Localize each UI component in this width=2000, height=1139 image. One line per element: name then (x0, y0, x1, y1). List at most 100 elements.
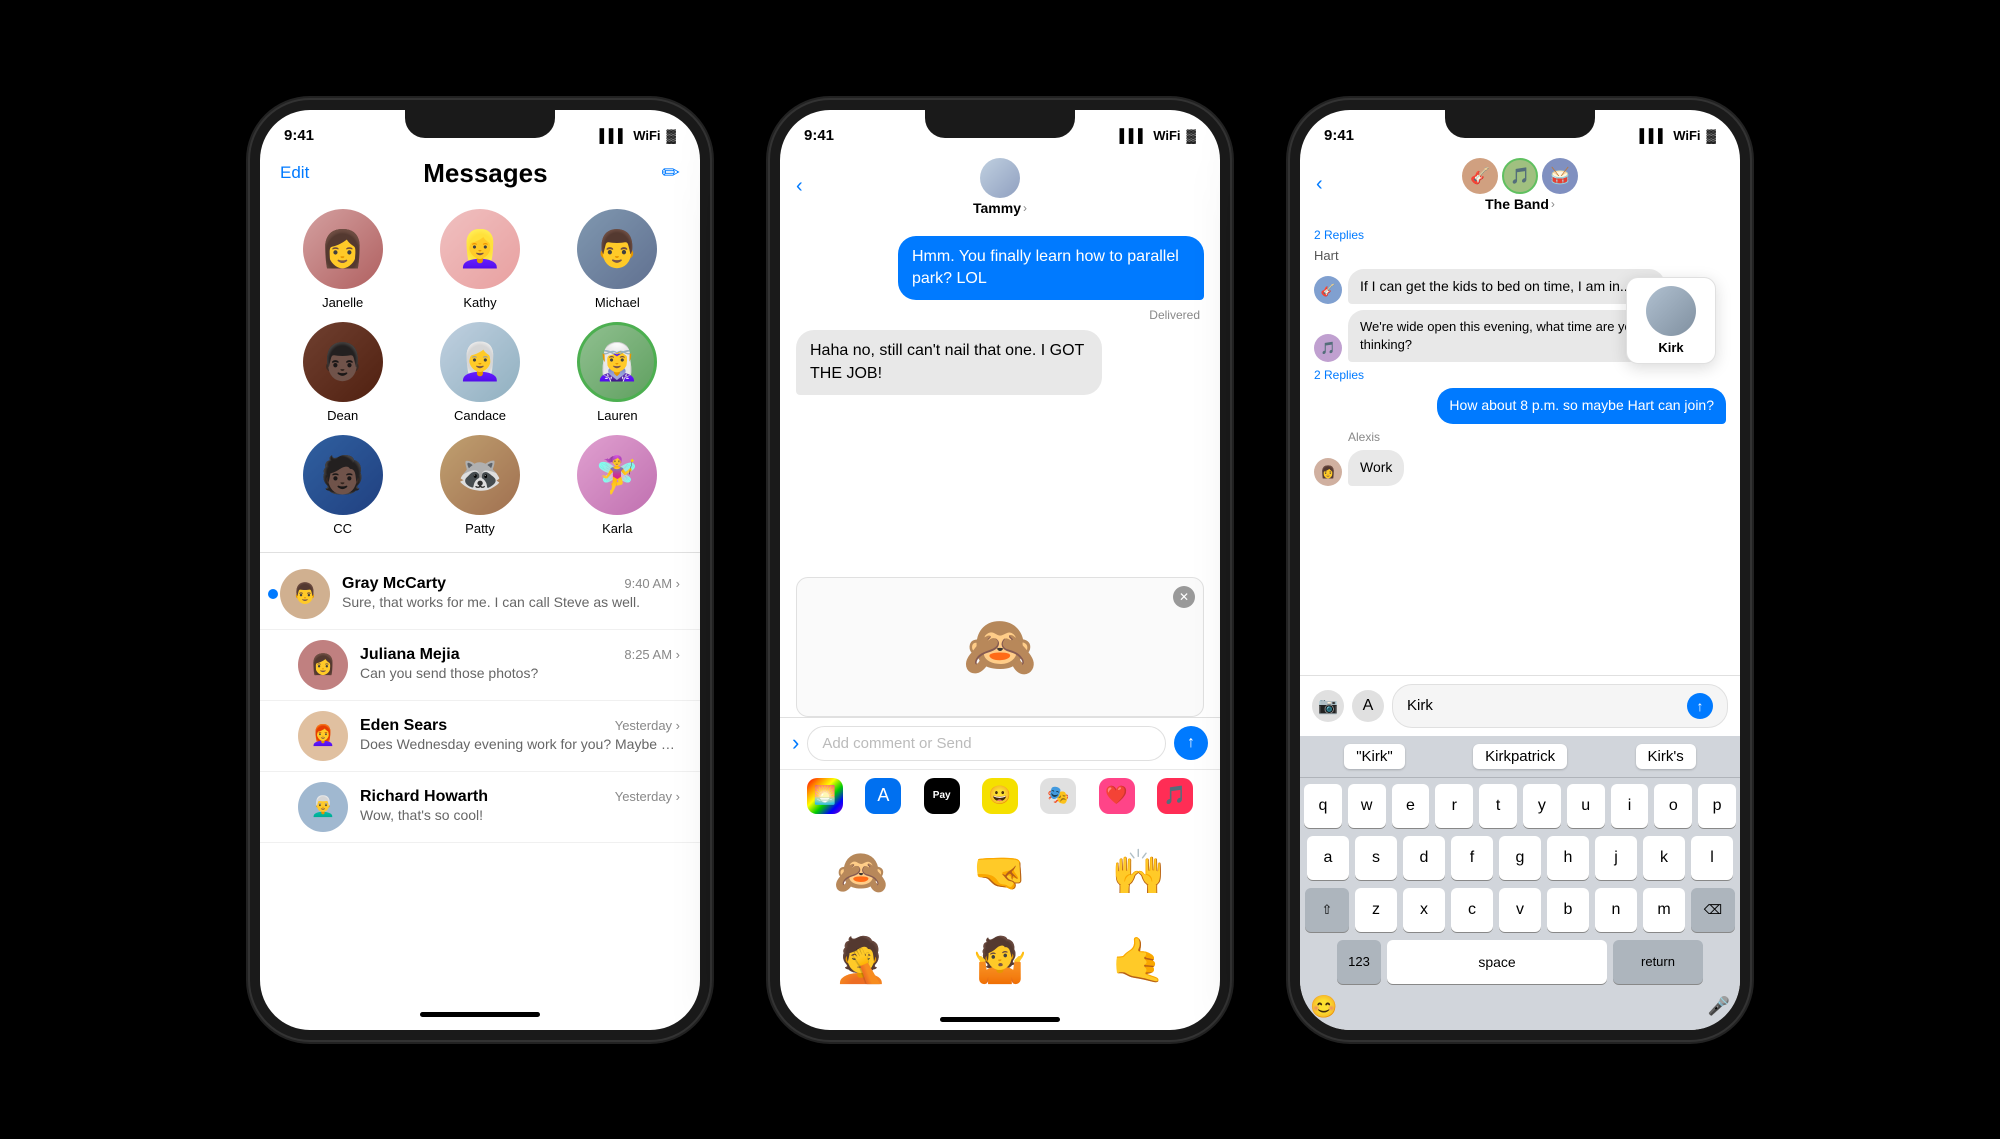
suggestion-kirks[interactable]: Kirk's (1636, 744, 1696, 769)
key-l[interactable]: l (1691, 836, 1733, 880)
contact-janelle[interactable]: 👩 Janelle (280, 209, 405, 310)
alexis-work-row: 👩 Work (1314, 450, 1726, 486)
mic-key[interactable]: 🎤 (1708, 996, 1730, 1017)
sticker-4[interactable]: 🤦 (796, 920, 927, 1000)
chat-input-field[interactable]: Add comment or Send (807, 726, 1166, 761)
message-row-richard[interactable]: 👨‍🦳 Richard Howarth Yesterday › Wow, tha… (260, 772, 700, 843)
key-t[interactable]: t (1479, 784, 1517, 828)
key-row-1: q w e r t y u i o p (1304, 784, 1736, 828)
time-juliana: 8:25 AM › (624, 647, 680, 662)
sent-row: How about 8 p.m. so maybe Hart can join?… (1314, 388, 1726, 424)
sticker-3[interactable]: 🙌 (1073, 832, 1204, 912)
appstore-icon[interactable]: A (865, 778, 901, 814)
key-h[interactable]: h (1547, 836, 1589, 880)
message-content-juliana: Juliana Mejia 8:25 AM › Can you send tho… (360, 646, 680, 682)
key-k[interactable]: k (1643, 836, 1685, 880)
key-g[interactable]: g (1499, 836, 1541, 880)
expand-icon[interactable]: › (792, 730, 799, 756)
time-eden: Yesterday › (615, 718, 680, 733)
key-d[interactable]: d (1403, 836, 1445, 880)
key-z[interactable]: z (1355, 888, 1397, 932)
phones-container: 9:41 ▌▌▌ WiFi ▓ Edit Messages ✏ 👩 J (250, 100, 1750, 1040)
key-s[interactable]: s (1355, 836, 1397, 880)
music-icon[interactable]: 🎵 (1157, 778, 1193, 814)
key-c[interactable]: c (1451, 888, 1493, 932)
message-content-gray: Gray McCarty 9:40 AM › Sure, that works … (342, 575, 680, 611)
contact-name-janelle: Janelle (322, 295, 363, 310)
send-button-3[interactable]: ↑ (1687, 693, 1713, 719)
key-return[interactable]: return (1613, 940, 1703, 984)
edit-button[interactable]: Edit (280, 163, 309, 183)
notch-2 (925, 110, 1075, 138)
applepay-icon[interactable]: Pay (924, 778, 960, 814)
group-header-center: 🎸 🎵 🥁 The Band › (1462, 158, 1578, 212)
memoji-icon[interactable]: 😀 (982, 778, 1018, 814)
keyboard-bottom: 😊 🎤 (1300, 990, 1740, 1030)
photos-icon[interactable]: 🌅 (807, 778, 843, 814)
message-list: 👨 Gray McCarty 9:40 AM › Sure, that work… (260, 559, 700, 1000)
message-row-eden[interactable]: 👩‍🦰 Eden Sears Yesterday › Does Wednesda… (260, 701, 700, 772)
status-icons-3: ▌▌▌ WiFi ▓ (1640, 128, 1716, 143)
key-u[interactable]: u (1567, 784, 1605, 828)
message-row-juliana[interactable]: 👩 Juliana Mejia 8:25 AM › Can you send t… (260, 630, 700, 701)
contact-cc[interactable]: 🧑🏿 CC (280, 435, 405, 536)
key-shift[interactable]: ⇧ (1305, 888, 1349, 932)
contact-michael[interactable]: 👨 Michael (555, 209, 680, 310)
key-m[interactable]: m (1643, 888, 1685, 932)
sticker-2[interactable]: 🤜 (935, 832, 1066, 912)
emoji-key[interactable]: 😊 (1310, 994, 1337, 1020)
contact-karla[interactable]: 🧚‍♀️ Karla (555, 435, 680, 536)
sticker-close[interactable]: ✕ (1173, 586, 1195, 608)
bubble-work: Work (1348, 450, 1404, 486)
time-gray: 9:40 AM › (624, 576, 680, 591)
suggestion-kirk-quoted[interactable]: "Kirk" (1344, 744, 1404, 769)
key-v[interactable]: v (1499, 888, 1541, 932)
back-button-3[interactable]: ‹ (1316, 173, 1323, 196)
contact-lauren[interactable]: 🧝‍♀️ Lauren (555, 322, 680, 423)
autocomplete-popup[interactable]: Kirk (1626, 277, 1716, 364)
key-r[interactable]: r (1435, 784, 1473, 828)
sticker-1[interactable]: 🙈 (796, 832, 927, 912)
key-p[interactable]: p (1698, 784, 1736, 828)
avatar-richard: 👨‍🦳 (298, 782, 348, 832)
group-name-row[interactable]: The Band › (1485, 196, 1555, 212)
chat-header-center: Tammy › (973, 158, 1027, 216)
key-delete[interactable]: ⌫ (1691, 888, 1735, 932)
heart-icon[interactable]: ❤️ (1099, 778, 1135, 814)
key-y[interactable]: y (1523, 784, 1561, 828)
key-i[interactable]: i (1611, 784, 1649, 828)
contact-dean[interactable]: 👨🏿 Dean (280, 322, 405, 423)
key-o[interactable]: o (1654, 784, 1692, 828)
sticker-6[interactable]: 🤙 (1073, 920, 1204, 1000)
key-space[interactable]: space (1387, 940, 1607, 984)
tammy-name-label: Tammy (973, 200, 1021, 216)
key-x[interactable]: x (1403, 888, 1445, 932)
camera-button[interactable]: 📷 (1312, 690, 1344, 722)
tammy-chevron: › (1023, 201, 1027, 215)
sticker-5[interactable]: 🤷 (935, 920, 1066, 1000)
key-a[interactable]: a (1307, 836, 1349, 880)
key-w[interactable]: w (1348, 784, 1386, 828)
app-button[interactable]: A (1352, 690, 1384, 722)
back-button-2[interactable]: ‹ (796, 175, 803, 198)
key-n[interactable]: n (1595, 888, 1637, 932)
message-row-gray[interactable]: 👨 Gray McCarty 9:40 AM › Sure, that work… (260, 559, 700, 630)
key-e[interactable]: e (1392, 784, 1430, 828)
send-button-2[interactable]: ↑ (1174, 726, 1208, 760)
contact-kathy[interactable]: 👱‍♀️ Kathy (417, 209, 542, 310)
key-q[interactable]: q (1304, 784, 1342, 828)
contact-candace[interactable]: 👩‍🦳 Candace (417, 322, 542, 423)
compose-button[interactable]: ✏ (662, 160, 680, 186)
avatar-patty: 🦝 (440, 435, 520, 515)
avatar-juliana: 👩 (298, 640, 348, 690)
suggestion-kirkpatrick[interactable]: Kirkpatrick (1473, 744, 1567, 769)
preview-juliana: Can you send those photos? (360, 664, 680, 682)
key-f[interactable]: f (1451, 836, 1493, 880)
group-input-field[interactable]: Kirk ↑ (1392, 684, 1728, 728)
contact-patty[interactable]: 🦝 Patty (417, 435, 542, 536)
key-j[interactable]: j (1595, 836, 1637, 880)
key-num[interactable]: 123 (1337, 940, 1381, 984)
stickers-icon[interactable]: 🎭 (1040, 778, 1076, 814)
chat-name-tammy[interactable]: Tammy › (973, 200, 1027, 216)
key-b[interactable]: b (1547, 888, 1589, 932)
